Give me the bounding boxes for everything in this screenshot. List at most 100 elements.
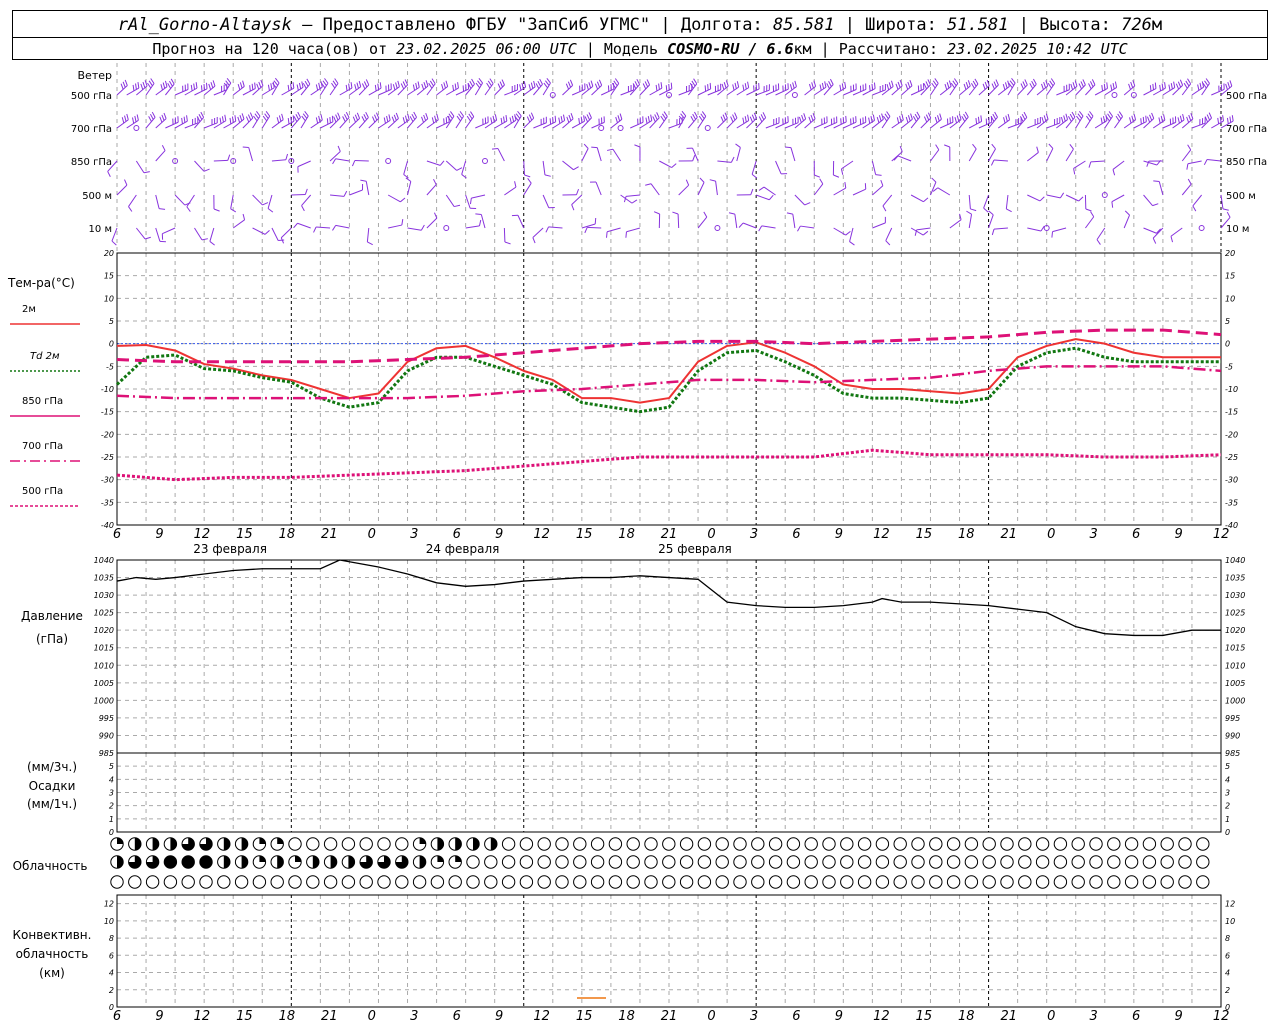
wind-barb-feather — [168, 80, 173, 87]
pres-tick-left: 1010 — [94, 661, 114, 670]
wind-barb-icon — [736, 120, 749, 129]
wind-barb-feather — [456, 167, 463, 171]
wind-barb-feather — [953, 78, 959, 84]
time-tick-label: 0 — [368, 527, 376, 542]
wind-level-left: 10 м — [89, 224, 112, 235]
cloud-cover-icon — [555, 837, 569, 851]
wind-barb-feather — [539, 78, 543, 85]
wind-barb-feather — [503, 116, 505, 123]
wind-barb-feather — [454, 204, 461, 208]
wind-barb-feather — [1041, 116, 1045, 124]
pres-tick-right: 1005 — [1225, 679, 1245, 688]
cloud-cover-icon — [484, 855, 498, 869]
wind-barb-feather — [744, 116, 747, 123]
cloud-cover-icon — [662, 855, 676, 869]
cloud-cover-icon — [1160, 837, 1174, 851]
wind-barb-feather — [1225, 83, 1228, 90]
wind-barb-feather — [1023, 111, 1028, 118]
wind-barb-feather — [736, 81, 740, 88]
wind-barb-feather — [1047, 82, 1052, 89]
wind-level-right: 500 гПа — [1226, 91, 1267, 102]
wind-barb-feather — [231, 116, 234, 123]
pres-tick-right: 1025 — [1225, 609, 1245, 618]
bottom-time-tick: 9 — [495, 1009, 503, 1024]
wind-barb-icon — [677, 213, 680, 229]
wind-barb-feather — [1130, 81, 1134, 88]
wind-barb-feather — [285, 153, 289, 160]
temp-tick-left: 10 — [104, 294, 114, 303]
cloud-cover-icon — [946, 875, 961, 889]
wind-barb-icon — [1152, 227, 1164, 239]
wind-barb-icon — [523, 182, 532, 196]
wind-barb-feather — [1110, 84, 1113, 91]
cloud-cover-icon — [1071, 837, 1085, 851]
wind-barb-feather — [120, 83, 124, 90]
cloud-cover-icon — [1196, 855, 1210, 869]
wind-barb-feather — [728, 212, 735, 215]
conv-tick-right: 4 — [1225, 969, 1230, 978]
cloud-cover-icon — [768, 875, 783, 889]
precip-unit-bottom: (мм/1ч.) — [27, 797, 77, 811]
cloud-cover-icon — [875, 875, 890, 889]
wind-barb-feather — [428, 82, 433, 89]
wind-barb-feather — [570, 113, 574, 120]
wind-barb-feather — [730, 156, 735, 163]
cloud-cover-icon — [163, 875, 178, 889]
conv-tick-left: 8 — [109, 934, 114, 943]
wind-barb-icon — [993, 227, 1008, 230]
wind-barb-icon — [335, 158, 350, 162]
wind-barb-feather — [265, 111, 271, 117]
wind-barb-feather — [841, 83, 844, 90]
wind-barb-feather — [545, 226, 549, 233]
wind-barb-feather — [910, 113, 913, 120]
cloud-cover-icon — [804, 875, 818, 889]
bottom-time-tick: 0 — [368, 1009, 376, 1024]
wind-barb-icon — [523, 86, 536, 96]
wind-barb-icon — [465, 116, 475, 129]
wind-barb-feather — [970, 208, 977, 212]
wind-barb-icon — [1046, 194, 1061, 199]
cloud-cover-icon — [1000, 875, 1014, 889]
wind-calm-icon — [617, 125, 624, 131]
wind-barb-feather — [144, 236, 151, 240]
cloud-cover-icon — [697, 837, 712, 851]
wind-barb-feather — [958, 113, 962, 120]
temp-tick-left: 20 — [104, 249, 114, 258]
time-tick-label: 12 — [533, 527, 550, 542]
wind-barb-feather — [229, 117, 232, 124]
wind-barb-feather — [458, 113, 463, 119]
wind-barb-feather — [658, 83, 660, 90]
wind-barb-feather — [186, 206, 191, 212]
wind-barb-feather — [671, 163, 677, 168]
wind-barb-icon — [784, 86, 797, 96]
wind-barb-feather — [239, 114, 243, 122]
cloud-cover-icon — [626, 875, 640, 889]
wind-barb-feather — [140, 83, 144, 90]
wind-barb-feather — [256, 111, 261, 117]
wind-barb-feather — [293, 116, 298, 122]
cloud-cover-icon — [804, 855, 818, 869]
temp-tick-left: -5 — [106, 362, 114, 371]
wind-barb-feather — [487, 80, 492, 87]
wind-barb-feather — [471, 78, 475, 85]
wind-barb-feather — [1101, 85, 1104, 92]
wind-barb-feather — [661, 113, 667, 120]
wind-barb-feather — [122, 81, 126, 88]
wind-barb-feather — [242, 213, 246, 220]
wind-barb-feather — [590, 80, 594, 87]
wind-barb-feather — [868, 117, 871, 124]
pres-tick-left: 1025 — [94, 609, 114, 618]
wind-barb-feather — [1069, 113, 1074, 120]
wind-barb-feather — [1003, 117, 1006, 124]
wind-barb-feather — [443, 82, 446, 89]
cloud-cover-icon — [893, 837, 907, 851]
wind-barb-icon — [1065, 194, 1079, 202]
wind-barb-feather — [828, 81, 832, 87]
wind-barb-feather — [302, 83, 307, 89]
wind-barb-feather — [226, 77, 232, 84]
wind-barb-feather — [794, 80, 797, 87]
wind-barb-icon — [445, 160, 457, 171]
wind-barb-feather — [652, 116, 656, 123]
wind-barb-feather — [1091, 79, 1096, 85]
wind-barb-feather — [554, 115, 557, 122]
